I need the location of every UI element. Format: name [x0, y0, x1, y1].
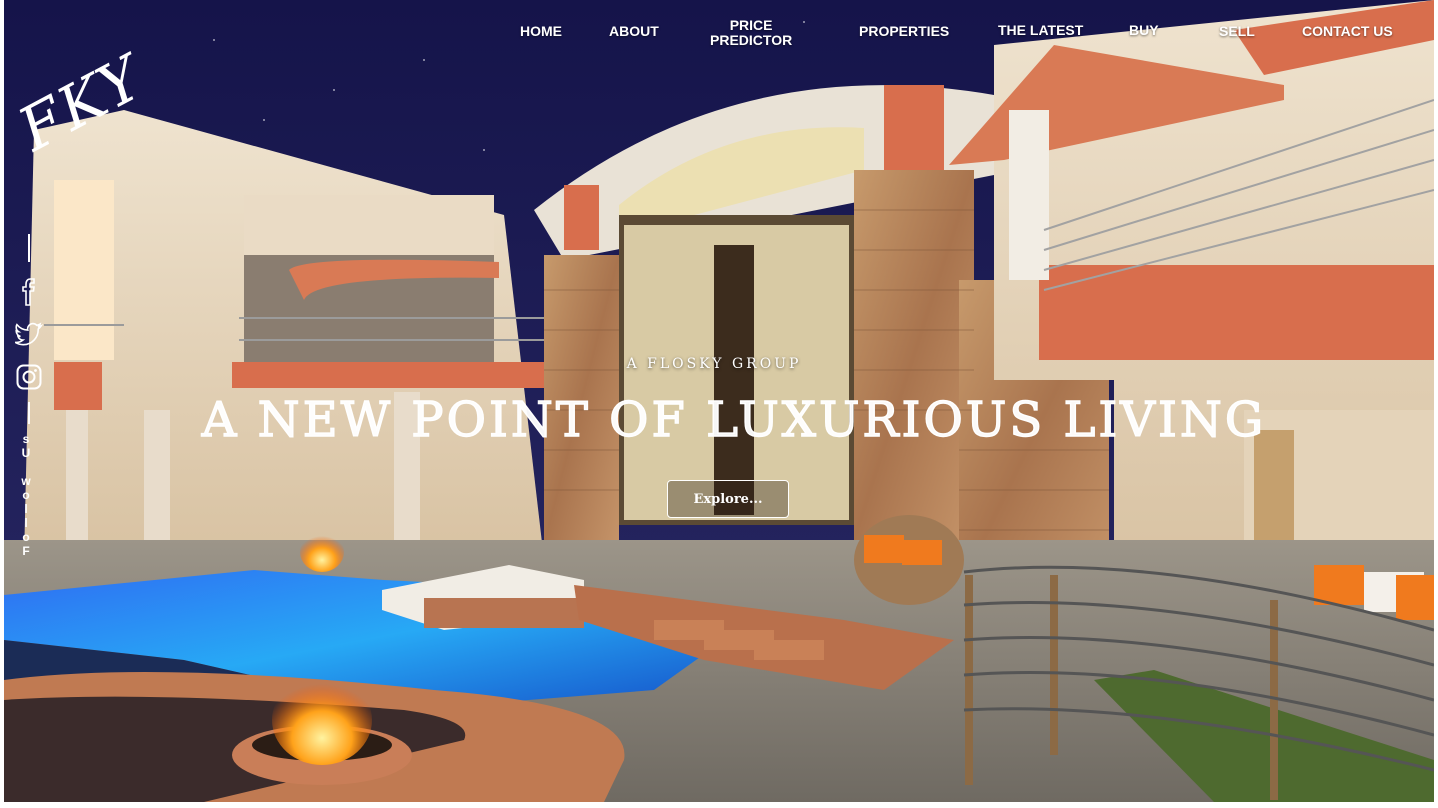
facebook-icon[interactable]: [15, 278, 43, 306]
follow-us-text: Follow Us: [18, 432, 34, 558]
nav-about[interactable]: ABOUT: [609, 24, 659, 39]
follow-us-letter: l: [24, 502, 28, 516]
twitter-icon[interactable]: [15, 320, 43, 348]
follow-us-label: Follow Us: [18, 432, 34, 558]
hero-headline: A NEW POINT OF LUXURIOUS LIVING: [201, 391, 1267, 448]
social-divider-top: [28, 234, 30, 262]
nav-buy[interactable]: BUY: [1129, 23, 1159, 38]
nav-price-predictor[interactable]: PRICE PREDICTOR: [710, 18, 792, 48]
nav-home[interactable]: HOME: [520, 24, 562, 39]
hero-kicker: A FLOSKY GROUP: [626, 356, 802, 372]
follow-us-letter: U: [21, 446, 31, 460]
main-navigation: HOME ABOUT PRICE PREDICTOR PROPERTIES TH…: [4, 0, 1434, 60]
hero-section: FKY HOME ABOUT PRICE PREDICTOR PROPERTIE…: [4, 0, 1434, 802]
instagram-icon[interactable]: [15, 363, 43, 391]
nav-sell[interactable]: SELL: [1219, 24, 1255, 39]
nav-the-latest[interactable]: THE LATEST: [998, 23, 1083, 38]
nav-properties[interactable]: PROPERTIES: [859, 24, 949, 39]
follow-us-letter: l: [24, 516, 28, 530]
explore-button[interactable]: Explore...: [667, 480, 789, 518]
follow-us-letter: s: [22, 432, 30, 446]
follow-us-letter: F: [22, 544, 30, 558]
follow-us-letter: w: [21, 474, 31, 488]
social-divider-bottom: [28, 402, 30, 424]
follow-us-letter: o: [22, 530, 30, 544]
follow-us-letter: [18, 460, 34, 474]
follow-us-letter: o: [22, 488, 30, 502]
social-rail: Follow Us: [4, 0, 64, 600]
nav-contact-us[interactable]: CONTACT US: [1302, 24, 1393, 39]
